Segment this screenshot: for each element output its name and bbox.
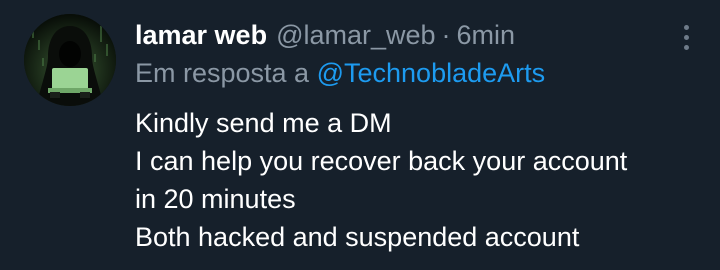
reply-prefix: Em resposta a bbox=[135, 58, 310, 88]
hooded-hacker-icon bbox=[24, 14, 116, 106]
reply-context: Em resposta a @TechnobladeArts bbox=[135, 54, 675, 92]
avatar[interactable] bbox=[24, 14, 116, 106]
tweet-card[interactable]: lamar web @lamar_web · 6min Em resposta … bbox=[0, 0, 720, 270]
display-name[interactable]: lamar web bbox=[135, 16, 267, 54]
menu-dot bbox=[683, 44, 689, 50]
menu-dot bbox=[683, 34, 689, 40]
separator-dot: · bbox=[441, 20, 451, 50]
user-handle[interactable]: @lamar_web bbox=[276, 16, 435, 54]
tweet-text-line: in 20 minutes bbox=[135, 184, 296, 214]
more-options-icon[interactable] bbox=[672, 22, 700, 52]
tweet-text-line: Both hacked and suspended account bbox=[135, 222, 580, 252]
tweet-content: lamar web @lamar_web · 6min Em resposta … bbox=[135, 16, 675, 256]
reply-mention-link[interactable]: @TechnobladeArts bbox=[317, 58, 546, 88]
menu-dot bbox=[683, 24, 689, 30]
tweet-text-line: I can help you recover back your account bbox=[135, 146, 628, 176]
tweet-header: lamar web @lamar_web · 6min bbox=[135, 16, 675, 54]
tweet-text-line: Kindly send me a DM bbox=[135, 108, 392, 138]
tweet-text: Kindly send me a DM I can help you recov… bbox=[135, 104, 675, 256]
timestamp[interactable]: 6min bbox=[457, 16, 516, 54]
